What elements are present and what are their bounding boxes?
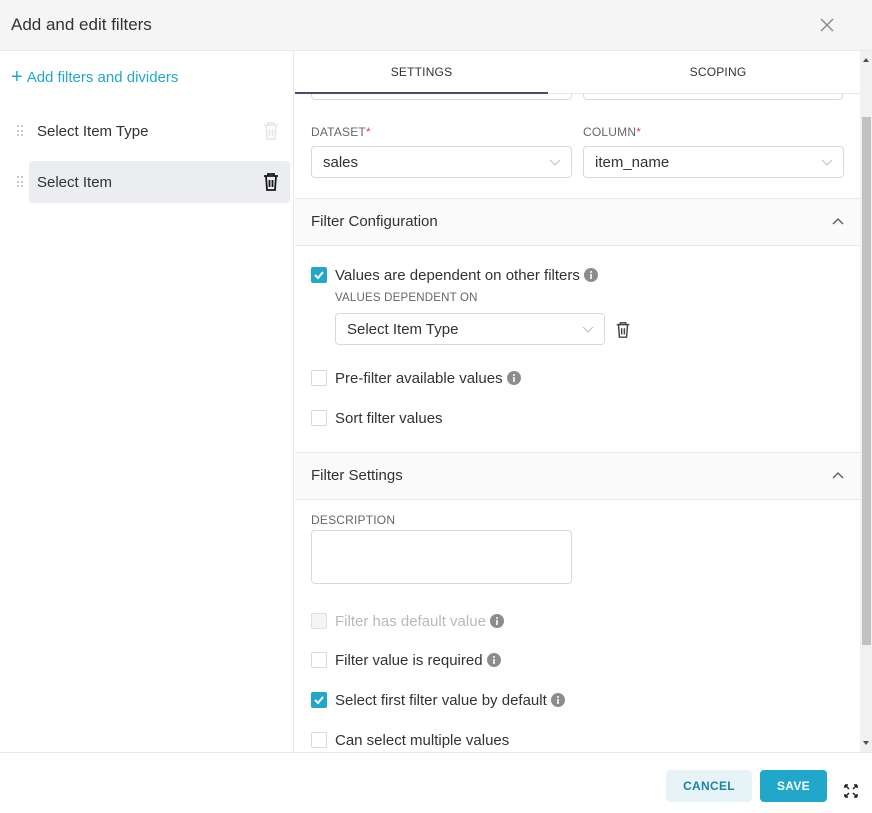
scroll-down-arrow-icon[interactable]	[863, 740, 869, 746]
filter-item-select-item-type[interactable]: Select Item Type	[17, 110, 290, 152]
value-required-checkbox[interactable]	[311, 652, 327, 668]
modal-title: Add and edit filters	[11, 15, 152, 34]
has-default-option: Filter has default value	[311, 611, 504, 631]
scroll-up-arrow-icon[interactable]	[863, 57, 869, 63]
filter-item-label: Select Item Type	[37, 122, 149, 140]
tab-scoping[interactable]: SCOPING	[577, 51, 859, 94]
column-select[interactable]: item_name	[583, 146, 844, 178]
filter-item-label: Select Item	[37, 173, 113, 191]
description-label: DESCRIPTION	[311, 513, 396, 527]
settings-scrollbar[interactable]	[860, 51, 872, 752]
filter-item-select-item[interactable]: Select Item	[17, 161, 290, 203]
column-label: COLUMN*	[583, 125, 642, 139]
dataset-label: DATASET*	[311, 125, 371, 139]
add-filters-label: Add filters and dividers	[26, 68, 179, 86]
scrollbar-thumb[interactable]	[862, 117, 871, 645]
save-button[interactable]: SAVE	[760, 770, 827, 802]
filter-modal: Add and edit filters + Add filters and d…	[0, 0, 872, 813]
modal-footer: CANCEL SAVE	[0, 752, 872, 813]
info-icon[interactable]	[489, 614, 504, 628]
filter-settings-panel: SETTINGS SCOPING DATASET* sales COLUMN* …	[295, 51, 860, 752]
chevron-down-icon	[549, 159, 561, 166]
info-icon[interactable]	[550, 693, 565, 707]
prefilter-checkbox[interactable]	[311, 370, 327, 386]
description-textarea[interactable]	[311, 530, 572, 584]
filter-configuration-header[interactable]: Filter Configuration	[295, 198, 860, 246]
drag-handle-icon[interactable]	[17, 125, 23, 137]
info-icon[interactable]	[583, 268, 598, 282]
tab-settings[interactable]: SETTINGS	[295, 51, 548, 94]
select-first-option[interactable]: Select first filter value by default	[311, 690, 565, 710]
chevron-down-icon	[582, 326, 594, 333]
chevron-up-icon	[832, 218, 844, 225]
chevron-up-icon	[832, 472, 844, 479]
plus-icon: +	[11, 66, 23, 88]
dependent-values-option[interactable]: Values are dependent on other filters	[311, 265, 598, 285]
sort-values-checkbox[interactable]	[311, 410, 327, 426]
filter-list-sidebar: + Add filters and dividers Select Item T…	[0, 51, 294, 752]
values-dependent-on-label: VALUES DEPENDENT ON	[335, 292, 478, 304]
fullscreen-icon[interactable]	[844, 784, 858, 798]
add-filters-button[interactable]: + Add filters and dividers	[11, 66, 179, 88]
multiple-values-checkbox[interactable]	[311, 732, 327, 748]
select-first-checkbox[interactable]	[311, 692, 327, 708]
trash-icon[interactable]	[262, 172, 280, 192]
close-icon[interactable]	[818, 14, 836, 36]
prefilter-option[interactable]: Pre-filter available values	[311, 368, 521, 388]
drag-handle-icon[interactable]	[17, 176, 23, 188]
filter-settings-header[interactable]: Filter Settings	[295, 452, 860, 500]
remove-dependency-trash-icon[interactable]	[614, 321, 632, 339]
values-dependent-on-select[interactable]: Select Item Type	[335, 313, 605, 345]
value-required-option[interactable]: Filter value is required	[311, 650, 501, 670]
multiple-values-option[interactable]: Can select multiple values	[311, 730, 509, 750]
modal-header: Add and edit filters	[0, 0, 872, 51]
dataset-select[interactable]: sales	[311, 146, 572, 178]
dependent-values-checkbox[interactable]	[311, 267, 327, 283]
info-icon[interactable]	[486, 653, 501, 667]
has-default-checkbox	[311, 613, 327, 629]
sort-values-option[interactable]: Sort filter values	[311, 408, 443, 428]
cancel-button[interactable]: CANCEL	[666, 770, 752, 802]
info-icon[interactable]	[506, 371, 521, 385]
trash-icon[interactable]	[262, 121, 280, 141]
tab-bar: SETTINGS SCOPING	[295, 51, 860, 94]
chevron-down-icon	[821, 159, 833, 166]
